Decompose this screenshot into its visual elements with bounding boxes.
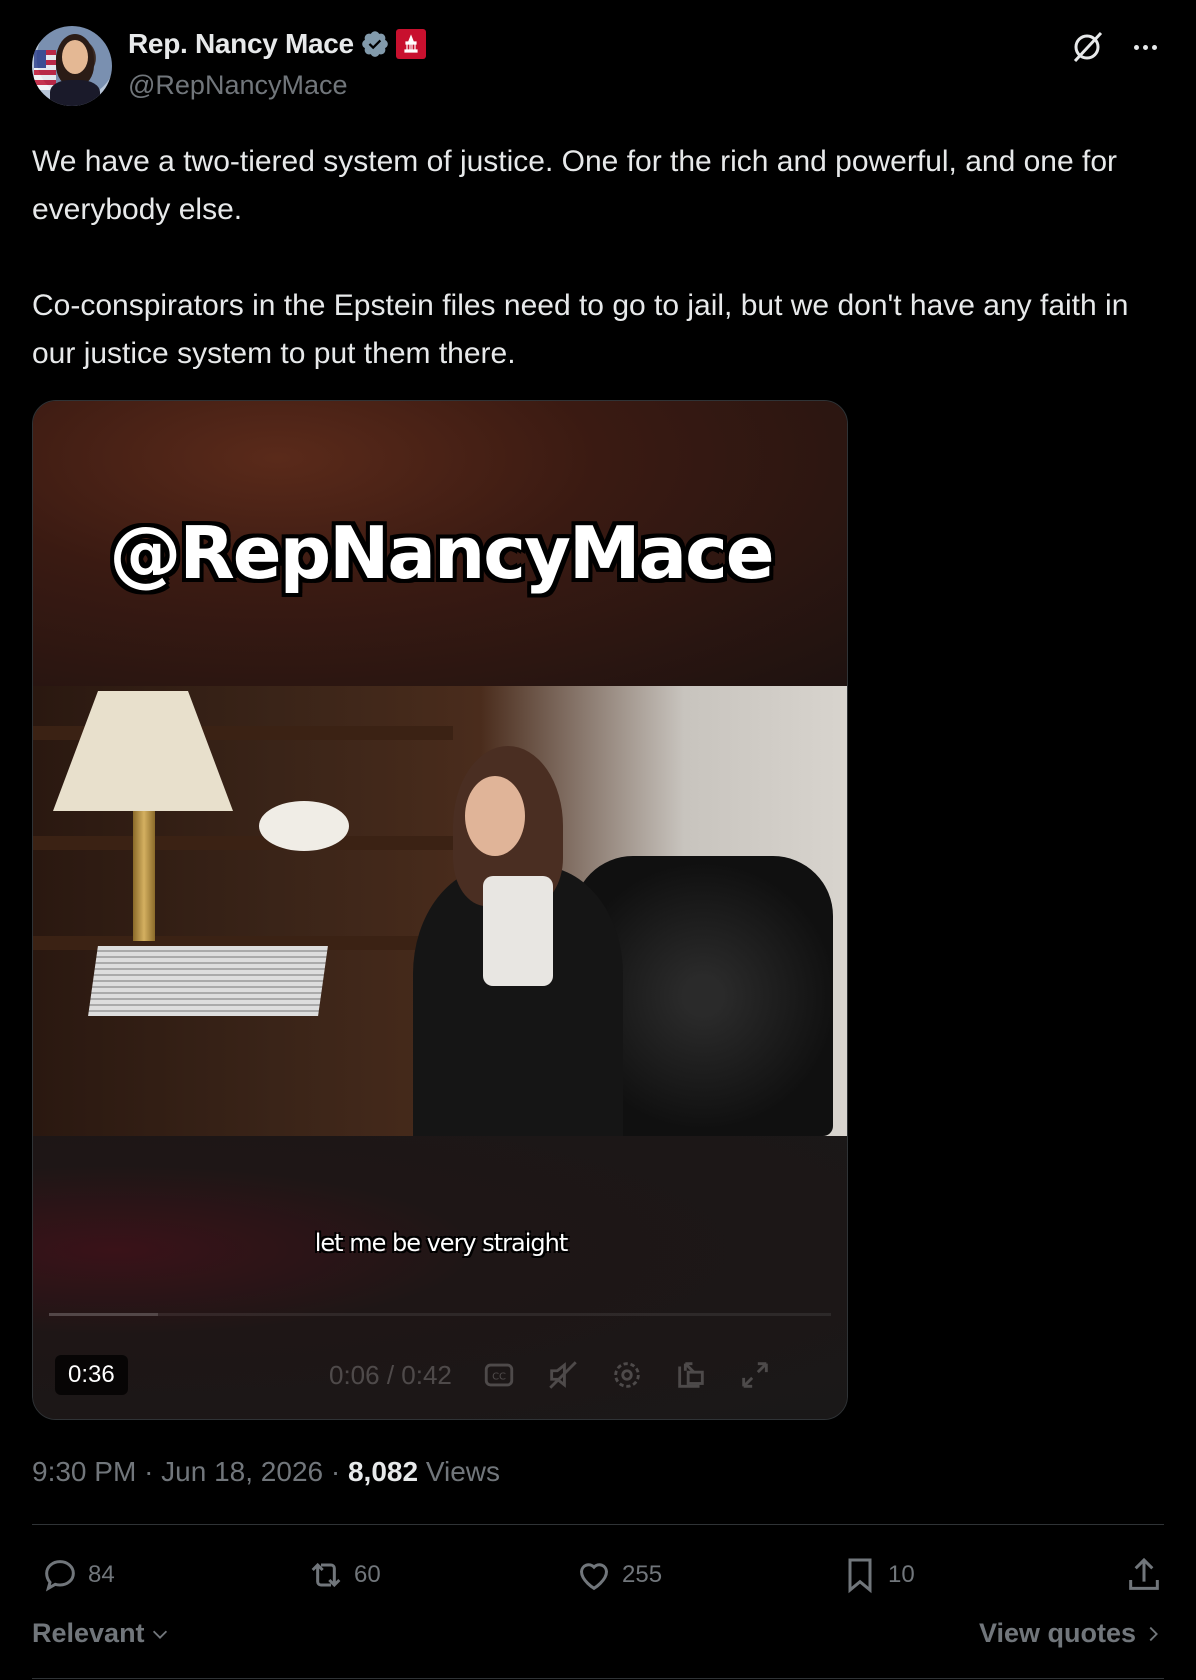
video-player[interactable]: @RepNancyMace let me be very straight 0:… <box>32 400 848 1420</box>
video-overlay-handle: @RepNancyMace <box>109 511 774 595</box>
settings-gear-icon[interactable] <box>610 1358 644 1392</box>
author-name[interactable]: Rep. Nancy Mace <box>128 28 354 60</box>
sort-dropdown[interactable]: Relevant <box>32 1618 171 1649</box>
tweet-meta: 9:30 PM · Jun 18, 2026 · 8,082 Views <box>32 1456 500 1488</box>
meta-separator: · <box>144 1456 162 1487</box>
video-controls: 0:06 / 0:42 CC <box>329 1355 772 1395</box>
action-bar: 84 60 255 10 <box>32 1550 1164 1600</box>
repost-icon <box>311 1562 341 1588</box>
fullscreen-icon[interactable] <box>738 1358 772 1392</box>
repost-button[interactable]: 60 <box>306 1550 381 1600</box>
tweet-time[interactable]: 9:30 PM <box>32 1456 136 1487</box>
svg-text:CC: CC <box>492 1371 506 1382</box>
divider <box>32 1524 1164 1525</box>
video-frame <box>33 686 847 1136</box>
avatar[interactable] <box>32 26 112 106</box>
divider <box>32 1678 1164 1679</box>
video-time-readout: 0:06 / 0:42 <box>329 1359 452 1390</box>
like-button[interactable]: 255 <box>574 1550 662 1600</box>
bookmark-count: 10 <box>888 1561 915 1588</box>
mute-icon[interactable] <box>546 1358 580 1392</box>
reply-icon <box>45 1560 75 1592</box>
like-count: 255 <box>622 1561 663 1588</box>
video-duration-badge: 0:36 <box>55 1355 128 1395</box>
tweet-text: We have a two-tiered system of justice. … <box>32 138 1172 378</box>
more-options-icon[interactable] <box>1126 28 1164 66</box>
video-caption: let me be very straight <box>314 1229 569 1257</box>
government-badge-icon <box>395 29 426 59</box>
author-name-row: Rep. Nancy Mace <box>128 28 426 60</box>
chevron-right-icon <box>1149 1626 1158 1641</box>
chevron-down-icon <box>152 1630 167 1639</box>
tweet-paragraph: Co-conspirators in the Epstein files nee… <box>32 289 1129 370</box>
repost-count: 60 <box>354 1561 381 1588</box>
sort-label: Relevant <box>32 1618 145 1648</box>
picture-in-picture-icon[interactable] <box>674 1358 708 1392</box>
tweet-header: Rep. Nancy Mace @RepNancyMace <box>32 24 1164 108</box>
views-label: Views <box>425 1456 501 1487</box>
heart-icon <box>579 1563 609 1591</box>
reply-button[interactable]: 84 <box>40 1550 115 1600</box>
share-button[interactable] <box>1124 1550 1164 1600</box>
meta-separator: · <box>330 1456 348 1487</box>
tweet-date[interactable]: Jun 18, 2026 <box>161 1456 323 1487</box>
reply-count: 84 <box>88 1561 115 1588</box>
video-progress-bar[interactable] <box>49 1313 831 1316</box>
view-quotes-label: View quotes <box>978 1618 1136 1648</box>
closed-captions-icon[interactable]: CC <box>482 1358 516 1392</box>
author-handle[interactable]: @RepNancyMace <box>128 70 348 101</box>
tweet-paragraph: We have a two-tiered system of justice. … <box>32 145 1117 226</box>
bookmark-icon <box>848 1558 872 1594</box>
views-count: 8,082 <box>347 1456 419 1487</box>
bookmark-button[interactable]: 10 <box>840 1550 915 1600</box>
share-icon <box>1129 1557 1159 1590</box>
video-progress-fill <box>49 1313 159 1316</box>
replies-sort-row: Relevant View quotes <box>32 1618 1164 1658</box>
verified-badge-icon <box>362 31 388 57</box>
grok-icon[interactable] <box>1068 28 1106 66</box>
view-quotes-link[interactable]: View quotes <box>979 1618 1164 1649</box>
